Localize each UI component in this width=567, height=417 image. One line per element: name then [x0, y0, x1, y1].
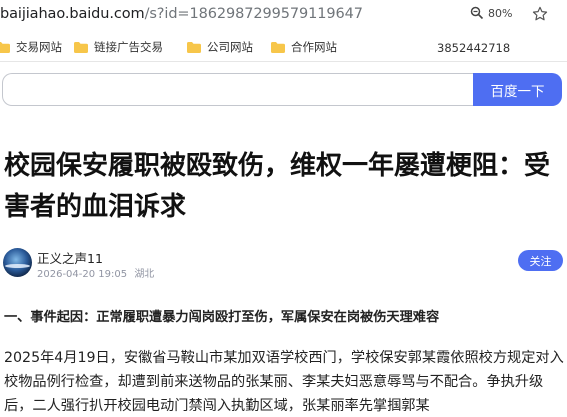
bookmark-folder[interactable]: 链接广告交易	[74, 39, 163, 55]
zoom-indicator[interactable]: 80%	[470, 6, 512, 20]
address-bar[interactable]: baijiahao.baidu.com/s?id=186298729957911…	[0, 0, 567, 32]
search-button[interactable]: 百度一下	[473, 73, 562, 106]
publish-location: 湖北	[134, 269, 155, 280]
bookmark-folder[interactable]: 公司网站	[187, 39, 253, 55]
section-heading: 一、事件起因：正常履职遭暴力闯岗殴打至伤，军属保安在岗被伤天理难容	[4, 310, 440, 325]
search-input[interactable]	[2, 73, 477, 106]
zoom-icon	[470, 6, 484, 20]
url-text[interactable]: baijiahao.baidu.com/s?id=186298729957911…	[0, 6, 363, 22]
folder-icon	[271, 41, 285, 53]
bookmarks-bar: 交易网站 链接广告交易 公司网站 合作网站 3852442718	[0, 32, 567, 62]
publish-date: 2026-04-20 19:05	[37, 269, 128, 280]
folder-icon	[74, 41, 88, 53]
bookmark-folder[interactable]: 合作网站	[271, 39, 337, 55]
bookmark-folder[interactable]: 交易网站	[0, 39, 62, 55]
bookmark-label: 链接广告交易	[94, 40, 163, 54]
bookmark-label: 交易网站	[16, 40, 62, 54]
folder-icon	[187, 41, 201, 53]
zoom-level: 80%	[488, 6, 513, 20]
article-paragraph: 2025年4月19日，安徽省马鞍山市某加双语学校西门，学校保安郭某霞依照校方规定…	[4, 350, 564, 414]
author-info: 正义之声11 2026-04-20 19:05 湖北 关注	[3, 246, 563, 280]
bookmark-star-icon[interactable]	[531, 5, 549, 23]
bookmark-phone-text[interactable]: 3852442718	[437, 41, 510, 55]
bookmark-label: 公司网站	[207, 40, 253, 54]
folder-icon	[0, 41, 10, 53]
follow-button[interactable]: 关注	[518, 250, 563, 271]
url-host: baijiahao.baidu.com	[0, 6, 145, 22]
url-path: /s?id=1862987299579119647	[144, 6, 363, 22]
search-bar: 百度一下	[2, 73, 562, 106]
article-title: 校园保安履职被殴致伤，维权一年屡遭梗阻：受害者的血泪诉求	[4, 151, 551, 222]
avatar[interactable]	[3, 248, 32, 277]
bookmark-label: 合作网站	[291, 40, 337, 54]
article-meta: 2026-04-20 19:05 湖北	[37, 265, 154, 280]
